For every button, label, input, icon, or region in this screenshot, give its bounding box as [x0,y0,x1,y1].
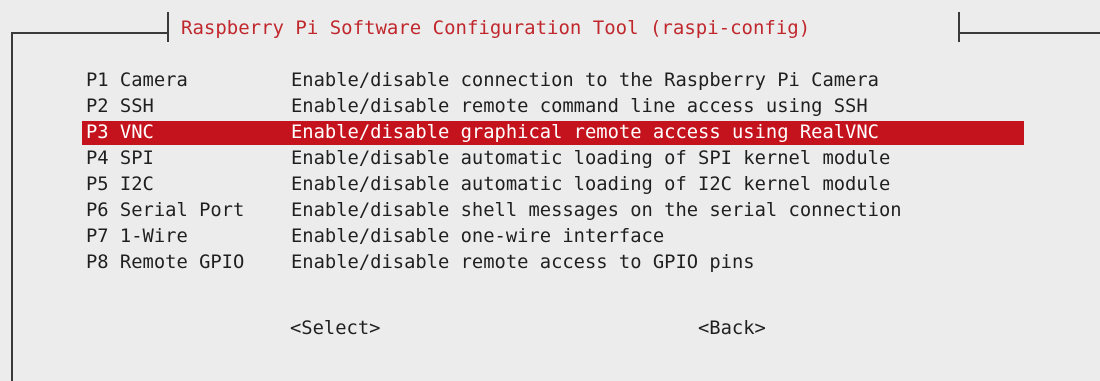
menu-item-description: Enable/disable one-wire interface [291,226,665,247]
raspi-config-dialog: Raspberry Pi Software Configuration Tool… [0,0,1100,381]
menu-item-camera[interactable]: P1 Camera Enable/disable connection to t… [86,68,1086,94]
menu-item-description: Enable/disable remote access to GPIO pin… [291,252,755,273]
dialog-border-top-left [12,32,167,34]
menu-item-key: P2 SSH [86,96,154,117]
menu-item-key: P8 Remote GPIO [86,252,245,273]
menu-item-description: Enable/disable automatic loading of I2C … [291,174,891,195]
menu-item-description: Enable/disable automatic loading of SPI … [291,148,891,169]
dialog-border-top-right [960,32,1100,34]
menu-item-description: Enable/disable connection to the Raspber… [291,70,879,91]
menu-item-serial-port[interactable]: P6 Serial Port Enable/disable shell mess… [86,198,1086,224]
title-divider-right [958,12,960,42]
select-button[interactable]: <Select> [290,316,380,342]
menu-item-description: Enable/disable graphical remote access u… [291,122,879,143]
interface-options-menu: P1 Camera Enable/disable connection to t… [82,68,1086,276]
menu-item-key: P4 SPI [86,148,154,169]
menu-item-1-wire[interactable]: P7 1-Wire Enable/disable one-wire interf… [86,224,1086,250]
menu-item-description: Enable/disable shell messages on the ser… [291,200,902,221]
title-divider-left [167,12,169,42]
menu-item-key: P1 Camera [86,70,188,91]
back-button[interactable]: <Back> [698,316,766,342]
menu-item-description: Enable/disable remote command line acces… [291,96,868,117]
menu-item-key: P7 1-Wire [86,226,188,247]
menu-item-remote-gpio[interactable]: P8 Remote GPIO Enable/disable remote acc… [86,250,1086,276]
dialog-border-left [11,32,13,381]
menu-item-key: P3 VNC [86,122,154,143]
menu-item-i2c[interactable]: P5 I2C Enable/disable automatic loading … [86,172,1086,198]
menu-item-key: P6 Serial Port [86,200,245,221]
menu-item-key: P5 I2C [86,174,154,195]
menu-item-spi[interactable]: P4 SPI Enable/disable automatic loading … [86,146,1086,172]
menu-item-vnc[interactable]: P3 VNC Enable/disable graphical remote a… [82,120,1086,146]
menu-item-ssh[interactable]: P2 SSH Enable/disable remote command lin… [86,94,1086,120]
dialog-title: Raspberry Pi Software Configuration Tool… [181,17,811,39]
